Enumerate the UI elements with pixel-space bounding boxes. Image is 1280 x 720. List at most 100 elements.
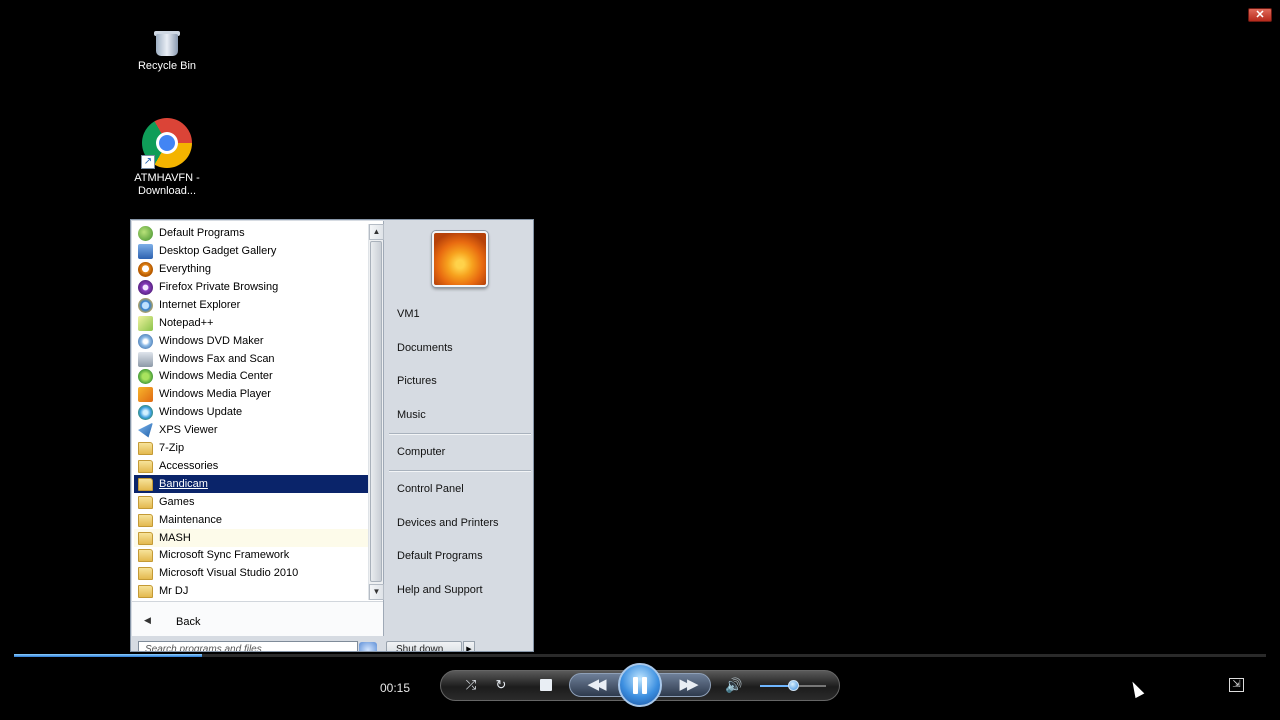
program-item[interactable]: MASH (134, 529, 368, 547)
shutdown-button[interactable]: Shut down (386, 641, 462, 651)
desktop-icon-label: Recycle Bin (137, 60, 197, 72)
right-item-documents[interactable]: Documents (397, 342, 453, 354)
user-picture-avatar[interactable] (432, 231, 488, 287)
program-item-label: Windows DVD Maker (159, 335, 264, 347)
program-item[interactable]: 7-Zip (134, 439, 368, 457)
folder-icon (138, 513, 153, 527)
program-item[interactable]: Windows Media Center (134, 367, 368, 385)
desktop-icon-label: ATMHAVFN - Download... (134, 172, 200, 197)
stop-button[interactable] (540, 679, 552, 691)
search-icon[interactable] (359, 642, 377, 651)
program-item-label: Internet Explorer (159, 299, 241, 311)
desktop-icon-chrome-shortcut[interactable]: ↗ ATMHAVFN - Download... (127, 118, 207, 198)
pause-icon (642, 677, 647, 694)
search-input[interactable]: Search programs and files (138, 641, 358, 651)
seek-bar-fill (14, 654, 202, 657)
folder-icon (138, 548, 153, 562)
program-item[interactable]: Desktop Gadget Gallery (134, 242, 368, 260)
back-label: Back (176, 616, 201, 628)
right-item-default-programs[interactable]: Default Programs (397, 550, 483, 562)
right-item-music[interactable]: Music (397, 409, 426, 421)
programs-list: Default Programs Desktop Gadget Gallery Ev… (132, 221, 368, 599)
dvd-maker-icon (138, 333, 153, 349)
program-item-label: Notepad++ (159, 317, 214, 329)
program-item[interactable]: Windows Update (134, 403, 368, 421)
start-menu-bottom-row: Search programs and files Shut down ▶ (131, 636, 533, 651)
scroll-thumb[interactable] (370, 241, 382, 582)
program-item[interactable]: Windows Fax and Scan (134, 350, 368, 368)
program-item[interactable]: Microsoft Sync Framework (134, 546, 368, 564)
program-item[interactable]: Windows Media Player (134, 385, 368, 403)
firefox-private-icon (138, 279, 153, 295)
recycle-bin-icon (152, 28, 182, 56)
program-item[interactable]: Games (134, 493, 368, 511)
program-item[interactable]: Microsoft Visual Studio 2010 (134, 564, 368, 582)
desktop-icon-recycle-bin[interactable]: Recycle Bin (127, 28, 207, 73)
elapsed-time: 00:15 (380, 681, 411, 695)
seek-bar[interactable] (14, 654, 1266, 657)
program-item[interactable]: Windows DVD Maker (134, 332, 368, 350)
everything-search-icon (138, 261, 153, 277)
scroll-down-button[interactable]: ▼ (369, 584, 384, 600)
desktop-screen: ✕ Recycle Bin ↗ ATMHAVFN - Download... D… (0, 0, 1280, 720)
program-item-label: Accessories (159, 460, 219, 472)
repeat-icon[interactable]: ↻ (491, 675, 511, 695)
shortcut-arrow-icon: ↗ (141, 155, 155, 169)
program-item-label: Windows Fax and Scan (159, 353, 275, 365)
gadget-gallery-icon (138, 243, 153, 259)
program-item[interactable]: Bandicam (134, 475, 368, 493)
back-arrow-icon: ◀ (144, 615, 151, 625)
program-item-label: Mr DJ (159, 585, 189, 597)
folder-icon (138, 495, 153, 509)
right-item-control-panel[interactable]: Control Panel (397, 483, 464, 495)
program-item[interactable]: Internet Explorer (134, 296, 368, 314)
folder-icon (138, 584, 153, 598)
start-menu: Default Programs Desktop Gadget Gallery Ev… (130, 219, 534, 652)
folder-icon (138, 459, 153, 473)
program-item[interactable]: Notepad++ (134, 314, 368, 332)
windows-update-icon (138, 404, 153, 420)
fax-scan-icon (138, 351, 153, 367)
close-icon[interactable]: ✕ (1248, 8, 1272, 22)
program-item[interactable]: XPS Viewer (134, 421, 368, 439)
switch-to-library-icon[interactable]: ⇲ (1229, 678, 1244, 692)
shuffle-icon[interactable]: ⤮ (461, 675, 481, 695)
volume-icon[interactable]: 🔊 (724, 675, 744, 695)
folder-icon (138, 441, 153, 455)
programs-scrollbar[interactable]: ▲ ▼ (368, 224, 384, 600)
right-item-help-support[interactable]: Help and Support (397, 584, 483, 596)
scroll-up-button[interactable]: ▲ (369, 224, 384, 240)
folder-icon (138, 566, 153, 580)
pause-button[interactable] (618, 663, 662, 707)
pause-icon (633, 677, 638, 694)
program-item-label: Windows Media Center (159, 370, 273, 382)
right-item-pictures[interactable]: Pictures (397, 375, 437, 387)
internet-explorer-icon (138, 297, 153, 313)
right-item-computer[interactable]: Computer (397, 446, 445, 458)
folder-icon (138, 531, 153, 545)
xps-viewer-icon (138, 422, 153, 438)
program-item-label: MASH (159, 532, 191, 544)
right-item-user[interactable]: VM1 (397, 308, 420, 320)
program-item[interactable]: Firefox Private Browsing (134, 278, 368, 296)
program-item[interactable]: Maintenance (134, 511, 368, 529)
program-item-label: Default Programs (159, 227, 245, 239)
program-item-label: Microsoft Sync Framework (159, 549, 290, 561)
fast-forward-icon[interactable]: ▶▶ (672, 675, 702, 695)
program-item[interactable]: Mr DJ (134, 582, 368, 599)
media-center-icon (138, 368, 153, 384)
program-item-label: Bandicam (159, 478, 208, 490)
start-menu-right-pane: VM1 Documents Pictures Music Computer Co… (385, 221, 533, 636)
chrome-icon: ↗ (141, 118, 192, 169)
folder-icon (138, 477, 153, 491)
rewind-icon[interactable]: ◀◀ (580, 675, 610, 695)
shutdown-options-chevron-icon[interactable]: ▶ (463, 641, 475, 651)
program-item[interactable]: Accessories (134, 457, 368, 475)
program-item-label: Everything (159, 263, 211, 275)
volume-knob[interactable] (787, 680, 799, 691)
program-item-label: 7-Zip (159, 442, 185, 454)
program-item-label: Maintenance (159, 514, 222, 526)
program-item[interactable]: Default Programs (134, 224, 368, 242)
program-item[interactable]: Everything (134, 260, 368, 278)
right-item-devices-printers[interactable]: Devices and Printers (397, 517, 499, 529)
